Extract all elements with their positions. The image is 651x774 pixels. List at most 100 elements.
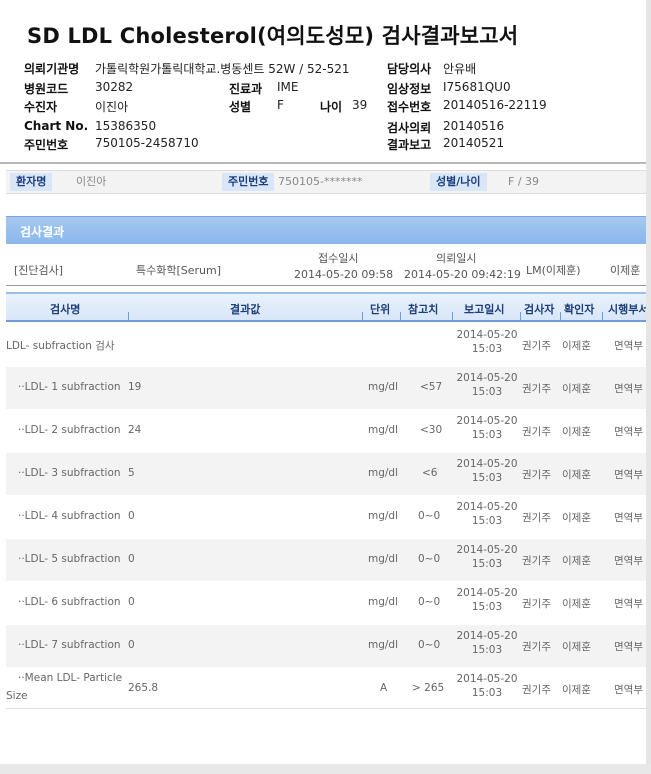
- doctor-value: 이제훈: [610, 264, 641, 277]
- section-title: 검사결과: [20, 225, 65, 239]
- checker: 이제훈: [562, 684, 591, 696]
- test-name: ··LDL- 1 subfraction: [18, 381, 121, 393]
- report-label: 결과보고: [387, 138, 432, 152]
- dept: 면역부: [614, 383, 643, 395]
- unit: mg/dl: [368, 424, 399, 436]
- unit: mg/dl: [368, 467, 399, 479]
- unit: mg/dl: [368, 510, 399, 522]
- result-value: 24: [128, 424, 142, 436]
- receiver-label: 수진자: [24, 100, 58, 114]
- header-info: 의뢰기관명 가톨릭학원가톨릭대학교.병동센트 52W / 52-521 담당의사…: [0, 0, 651, 160]
- ref-range: > 265: [412, 682, 445, 694]
- clinical-label: 임상정보: [387, 82, 432, 96]
- ref-range: 0~0: [418, 553, 441, 565]
- table-row: ··LDL- 1 subfraction 19 mg/dl <57 2014-0…: [6, 367, 646, 409]
- result-value: 0: [128, 596, 135, 608]
- diag-label: [진단검사]: [14, 264, 64, 277]
- result-value: 265.8: [128, 682, 159, 694]
- unit: mg/dl: [368, 381, 399, 393]
- col-unit: 단위: [370, 303, 391, 316]
- ref-range: <6: [422, 467, 438, 479]
- unit: A: [380, 682, 388, 694]
- patient-sexage-value: F / 39: [508, 175, 540, 188]
- dept-label: 진료과: [229, 82, 263, 96]
- test-name: ··LDL- 4 subfraction: [18, 510, 121, 522]
- patient-id-label: 주민번호: [222, 173, 275, 191]
- table-row: ··LDL- 2 subfraction 24 mg/dl <30 2014-0…: [6, 410, 646, 452]
- test-name: ··LDL- 7 subfraction: [18, 639, 121, 651]
- test-name-cont: Size: [6, 690, 28, 702]
- receiver-value: 이진아: [95, 100, 129, 114]
- ref-range: <30: [420, 424, 443, 436]
- tester: 권기주: [522, 469, 551, 481]
- tester: 권기주: [522, 555, 551, 567]
- test-name: ··Mean LDL- Particle: [18, 672, 123, 684]
- result-value: 0: [128, 510, 135, 522]
- report-value: 20140521: [443, 136, 505, 150]
- col-ref: 참고치: [408, 303, 439, 316]
- tester: 권기주: [522, 641, 551, 653]
- request-label: 검사의뢰: [387, 121, 432, 135]
- col-test-name: 검사명: [50, 303, 81, 316]
- accept-time-label: 접수일시: [318, 252, 359, 265]
- table-bottom-divider: [6, 708, 646, 709]
- request-time-label: 의뢰일시: [436, 252, 477, 265]
- dept: 면역부: [614, 555, 643, 567]
- dept: 면역부: [614, 641, 643, 653]
- checker: 이제훈: [562, 555, 591, 567]
- patient-id-value: 750105-*******: [278, 175, 363, 188]
- exam-info-row: [진단검사] 특수화학[Serum] 접수일시 2014-05-20 09:58…: [6, 246, 646, 286]
- table-row: ··LDL- 6 subfraction 0 mg/dl 0~0 2014-05…: [6, 582, 646, 624]
- col-dept: 시행부서: [608, 303, 649, 316]
- doctor-label: 담당의사: [387, 62, 432, 76]
- tester: 권기주: [522, 684, 551, 696]
- chart-label: Chart No.: [24, 119, 89, 133]
- test-name: ··LDL- 2 subfraction: [18, 424, 121, 436]
- report-date: 2014-05-20 15:03: [456, 458, 518, 484]
- result-value: 19: [128, 381, 142, 393]
- report-date: 2014-05-20 15:03: [456, 501, 518, 527]
- header-divider: [0, 162, 651, 164]
- section-header: 검사결과: [6, 216, 646, 244]
- ref-range: <57: [420, 381, 443, 393]
- dept: 면역부: [614, 469, 643, 481]
- col-tester: 검사자: [524, 303, 555, 316]
- report-date: 2014-05-20 15:03: [456, 544, 518, 570]
- report-date: 2014-05-20 15:03: [456, 372, 518, 398]
- dept: 면역부: [614, 684, 643, 696]
- sex-label: 성별: [229, 100, 252, 114]
- checker: 이제훈: [562, 383, 591, 395]
- result-value: 0: [128, 639, 135, 651]
- unit: mg/dl: [368, 639, 399, 651]
- chart-value: 15386350: [95, 119, 157, 133]
- report-date: 2014-05-20 15:03: [456, 587, 518, 613]
- dept: 면역부: [614, 598, 643, 610]
- lm-value: LM(이제훈): [526, 264, 581, 277]
- test-name: ··LDL- 6 subfraction: [18, 596, 121, 608]
- col-report-date: 보고일시: [464, 303, 505, 316]
- ref-range: 0~0: [418, 639, 441, 651]
- checker: 이제훈: [562, 641, 591, 653]
- table-row: LDL- subfraction 검사 2014-05-20 15:03 권기주 …: [6, 324, 646, 366]
- table-row: ··Mean LDL- Particle Size 265.8 A > 265 …: [6, 668, 646, 710]
- page-edge: [646, 0, 651, 774]
- checker: 이제훈: [562, 469, 591, 481]
- inst-label: 의뢰기관명: [24, 62, 80, 76]
- id-label: 주민번호: [24, 138, 69, 152]
- unit: mg/dl: [368, 553, 399, 565]
- inst-value: 가톨릭학원가톨릭대학교.병동센트 52W / 52-521: [95, 62, 350, 76]
- table-row: ··LDL- 4 subfraction 0 mg/dl 0~0 2014-05…: [6, 496, 646, 538]
- report-date: 2014-05-20 15:03: [456, 329, 518, 355]
- col-checker: 확인자: [564, 303, 595, 316]
- tester: 권기주: [522, 383, 551, 395]
- patient-name-value: 이진아: [76, 175, 107, 188]
- clinical-value: I75681QU0: [443, 80, 511, 94]
- tester: 권기주: [522, 426, 551, 438]
- result-value: 5: [128, 467, 135, 479]
- table-row: ··LDL- 5 subfraction 0 mg/dl 0~0 2014-05…: [6, 539, 646, 581]
- table-row: ··LDL- 7 subfraction 0 mg/dl 0~0 2014-05…: [6, 625, 646, 667]
- dept: 면역부: [614, 512, 643, 524]
- test-name: ··LDL- 5 subfraction: [18, 553, 121, 565]
- tester: 권기주: [522, 340, 551, 352]
- report-date: 2014-05-20 15:03: [456, 673, 518, 699]
